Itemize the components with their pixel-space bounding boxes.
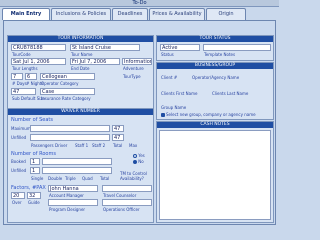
quad-label: Quad bbox=[82, 176, 93, 181]
no-radio[interactable]: No bbox=[133, 159, 144, 164]
group-name-label: Group Name bbox=[161, 105, 187, 110]
insurance-rate-field[interactable]: Case bbox=[40, 88, 95, 95]
tour-name-field[interactable]: St Island Cruise bbox=[70, 44, 140, 51]
clients-last-name-label: Clients Last Name bbox=[212, 91, 249, 96]
tour-type-label: TourType bbox=[123, 74, 141, 79]
booked-field[interactable]: 1 bbox=[30, 158, 40, 165]
select-group-hint-text: Select new group, company or agency name bbox=[166, 112, 256, 117]
no-label: No bbox=[138, 159, 144, 164]
waiver-number-header: WAIVER NUMBER bbox=[8, 109, 153, 115]
unfilled-seats-label: Unfilled bbox=[11, 135, 27, 140]
tm-control-label: TM to Control Availability? bbox=[120, 171, 147, 181]
clients-first-name-label: Clients First Name bbox=[161, 91, 198, 96]
total-rooms-label: Total bbox=[100, 176, 110, 181]
cash-notes-header: CASH NOTES bbox=[157, 122, 273, 128]
insurance-rate-label: Insurance Rate Category bbox=[41, 96, 91, 101]
passengers-label: Passengers bbox=[31, 143, 54, 148]
tab-prices-availability[interactable]: Prices & Availability bbox=[149, 8, 205, 20]
tour-code-label: TourCode bbox=[12, 52, 31, 57]
unfilled-rooms-label: Unfilled bbox=[11, 168, 27, 173]
yes-radio[interactable]: Yes bbox=[133, 153, 145, 158]
factors-pax-label: Factors, #PAX bbox=[11, 185, 46, 191]
tour-lengths-label: Tour Lengths bbox=[12, 66, 38, 71]
guide-factor-field[interactable]: 32 bbox=[27, 192, 41, 199]
nights-field[interactable]: 6 bbox=[25, 73, 37, 80]
no-radio-icon[interactable] bbox=[133, 160, 137, 164]
unfilled-seats-slots[interactable] bbox=[30, 134, 110, 141]
double-label: Double bbox=[48, 176, 63, 181]
unfilled-rooms-field[interactable]: 1 bbox=[30, 167, 40, 174]
tab-bar: Main Entry Inclusions & Policies Deadlin… bbox=[2, 8, 277, 20]
overall-factor-field[interactable]: 20 bbox=[11, 192, 25, 199]
start-date-field[interactable]: Sat Jul 1, 2006 bbox=[11, 58, 66, 65]
business-group-header: BUSINESS/GROUP bbox=[157, 63, 273, 69]
unfilled-seats-field[interactable]: 47 bbox=[112, 134, 124, 141]
cash-notes-section: CASH NOTES bbox=[156, 121, 274, 223]
overall-factor-label: Over bbox=[12, 200, 22, 205]
tour-information-header: TOUR INFORMATION bbox=[8, 36, 153, 42]
tour-status-header: TOUR STATUS bbox=[157, 36, 273, 42]
maximum-field[interactable]: 47 bbox=[112, 125, 124, 132]
main-entry-panel: TOUR INFORMATION CRU878188 St Island Cru… bbox=[3, 20, 276, 225]
tab-main-entry[interactable]: Main Entry bbox=[2, 8, 50, 20]
single-label: Single bbox=[31, 176, 44, 181]
tour-status-section: TOUR STATUS Active Status Template Notes bbox=[156, 35, 274, 61]
yes-label: Yes bbox=[138, 153, 145, 158]
cash-notes-textarea[interactable] bbox=[159, 130, 271, 220]
maximum-slots[interactable] bbox=[30, 125, 110, 132]
days-label: # Days bbox=[12, 81, 27, 86]
triple-label: Triple bbox=[65, 176, 76, 181]
tab-inclusions-policies[interactable]: Inclusions & Policies bbox=[51, 8, 111, 20]
maximum-label: Maximum bbox=[11, 126, 31, 131]
unfilled-rooms-slots[interactable] bbox=[42, 167, 112, 174]
end-date-label: End Date bbox=[71, 66, 90, 71]
guide-factor-label: Guide bbox=[28, 200, 40, 205]
status-field[interactable]: Active bbox=[160, 44, 200, 51]
tab-deadlines[interactable]: Deadlines bbox=[112, 8, 148, 20]
driver-label: Driver bbox=[55, 143, 68, 148]
adventure-label: Adventure bbox=[123, 66, 144, 71]
template-notes-field[interactable] bbox=[203, 44, 271, 51]
operator-category-label: Operator Category bbox=[41, 81, 79, 86]
total-seats-label: Total bbox=[113, 143, 123, 148]
travel-counselor-label: Travel Counselor bbox=[103, 193, 137, 198]
informational-field[interactable]: Informational bbox=[122, 58, 152, 65]
tour-code-field[interactable]: CRU878188 bbox=[11, 44, 66, 51]
sub-default-field[interactable]: 47 bbox=[11, 88, 36, 95]
window-title: To-Do bbox=[0, 0, 279, 7]
staff-two-label: Staff 2 bbox=[92, 143, 106, 148]
booked-label: Booked bbox=[11, 159, 26, 164]
client-number-label: Client # bbox=[161, 75, 178, 80]
days-field[interactable]: 7 bbox=[11, 73, 23, 80]
staff-one-label: Staff 1 bbox=[75, 143, 89, 148]
select-group-icon[interactable] bbox=[161, 113, 165, 117]
tour-name-label: Tour Name bbox=[71, 52, 93, 57]
status-label: Status bbox=[161, 52, 174, 57]
select-group-hint[interactable]: Select new group, company or agency name bbox=[161, 112, 256, 117]
tab-origin[interactable]: Origin bbox=[206, 8, 246, 20]
number-of-seats-label: Number of Seats bbox=[11, 117, 53, 123]
end-date-field[interactable]: Fri Jul 7, 2006 bbox=[70, 58, 120, 65]
business-group-section: BUSINESS/GROUP Client # Operator/Agency … bbox=[156, 62, 274, 120]
seats-rooms-section: WAIVER NUMBER Number of Seats Maximum 47… bbox=[7, 108, 154, 223]
travel-counselor-field[interactable] bbox=[102, 185, 152, 192]
account-manager-label: Account Manager bbox=[49, 193, 84, 198]
max-seats-label: Max bbox=[129, 143, 138, 148]
operations-officer-label: Operations Officer bbox=[103, 207, 140, 212]
operator-category-field[interactable]: Cellogean bbox=[40, 73, 95, 80]
program-designer-label: Program Designer bbox=[49, 207, 86, 212]
template-notes-label: Template Notes bbox=[204, 52, 236, 57]
account-manager-field[interactable]: John Hanna bbox=[48, 185, 98, 192]
booked-slots[interactable] bbox=[42, 158, 112, 165]
program-designer-field[interactable] bbox=[48, 199, 98, 206]
operator-agency-name-label: Operator/Agency Name bbox=[192, 75, 240, 80]
operations-officer-field[interactable] bbox=[102, 199, 152, 206]
yes-radio-icon[interactable] bbox=[133, 154, 137, 158]
number-of-rooms-label: Number of Rooms bbox=[11, 151, 56, 157]
